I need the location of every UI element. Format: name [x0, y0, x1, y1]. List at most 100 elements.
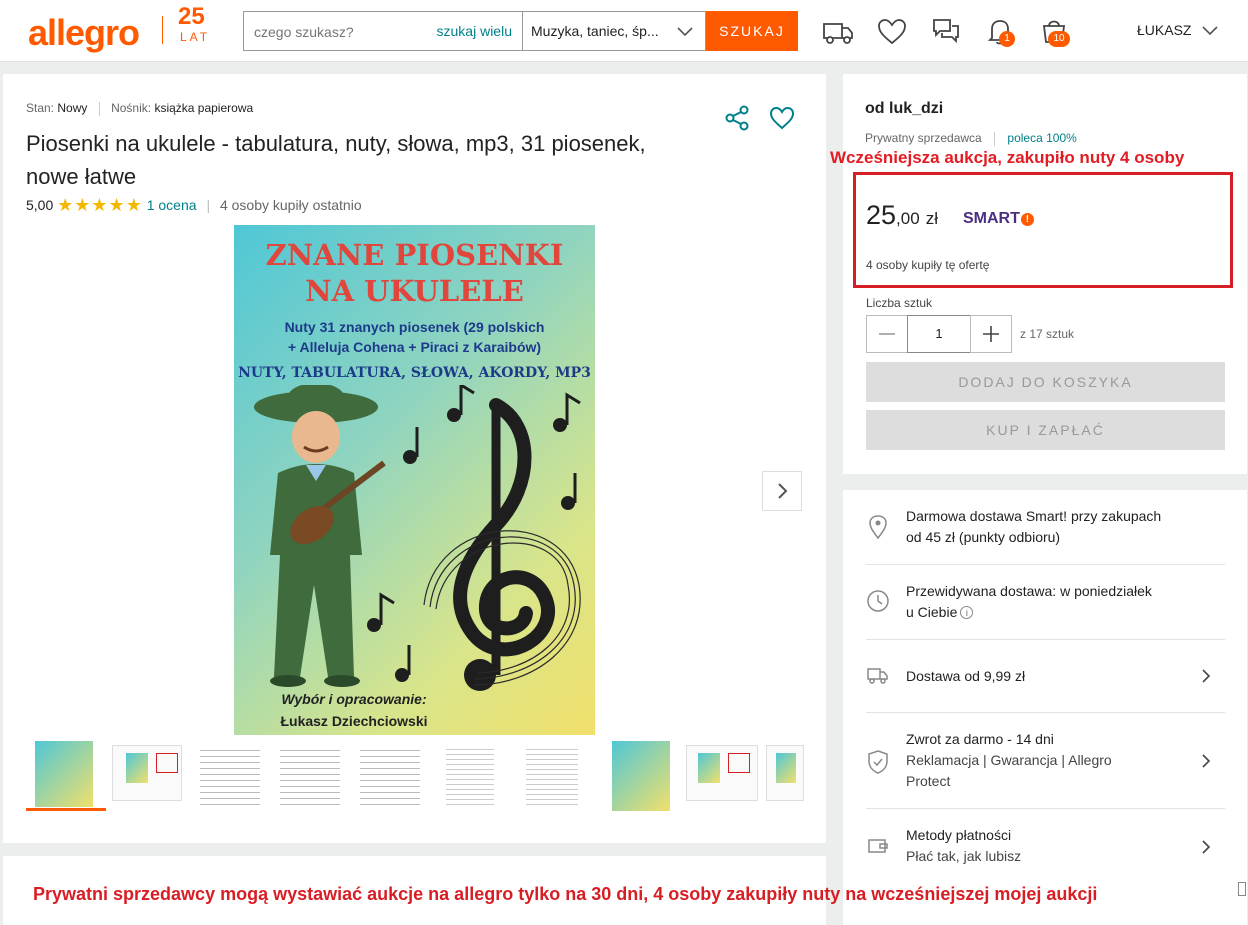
thumbnail-3[interactable]: [186, 739, 266, 811]
thumbnail-9[interactable]: [686, 739, 766, 811]
truck-icon[interactable]: [820, 14, 856, 50]
delivery-truck-icon: [867, 668, 888, 684]
smart-label: SMART: [963, 210, 1020, 227]
price-currency: zł: [925, 209, 938, 228]
allegro-logo[interactable]: allegro: [28, 12, 140, 54]
chevron-down-icon[interactable]: [1200, 20, 1220, 42]
medium-value: książka papierowa: [154, 101, 254, 115]
quantity-available: z 17 sztuk: [1020, 327, 1075, 341]
seller-name[interactable]: od luk_dzi: [865, 100, 943, 118]
clock-icon: [867, 590, 889, 612]
quantity-decrease-button[interactable]: [866, 315, 908, 353]
expected-delivery-line2: u Ciebie: [906, 604, 958, 620]
logo-25: 25: [178, 3, 205, 30]
heart-icon[interactable]: [874, 14, 910, 50]
seller-recommend[interactable]: poleca 100%: [1007, 131, 1076, 145]
notification-badge: 1: [999, 31, 1015, 47]
row-divider: [866, 808, 1225, 809]
cover-illustration: [254, 385, 581, 691]
product-panel: Stan: Nowy Nośnik: książka papierowa Pio…: [3, 74, 826, 843]
shipping-text: Dostawa od 9,99 zł: [906, 668, 1026, 684]
cover-author-label: Wybór i opracowanie:: [281, 691, 427, 707]
thumbnail-7[interactable]: [506, 739, 586, 811]
cover-title-line1: ZNANE PIOSENKI: [265, 238, 564, 272]
buy-now-button[interactable]: KUP I ZAPŁAĆ: [866, 410, 1225, 450]
cover-subtitle-line2: + Alleluja Cohena + Piraci z Karaibów): [287, 339, 542, 355]
seller-type: Prywatny sprzedawca: [865, 131, 982, 145]
location-pin-icon: [869, 515, 887, 540]
row-divider: [866, 712, 1225, 713]
smart-badge[interactable]: SMART!: [963, 210, 1034, 228]
expected-delivery-text: Przewidywana dostawa: w poniedziałek u C…: [906, 581, 1152, 623]
thumbnail-5[interactable]: [346, 739, 426, 811]
cover-title-line2: NA UKULELE: [305, 274, 524, 308]
chevron-right-icon: [1202, 754, 1211, 768]
chevron-right-icon: [778, 483, 788, 499]
annotation-top: Wcześniejsza aukcja, zakupiło nuty 4 oso…: [830, 148, 1185, 167]
category-value: Muzyka, taniec, śp...: [531, 23, 659, 39]
expected-delivery-row: Przewidywana dostawa: w poniedziałek u C…: [866, 581, 1225, 629]
product-cover-image[interactable]: ZNANE PIOSENKI NA UKULELE Nuty 31 znanyc…: [234, 225, 595, 735]
return-line1: Reklamacja | Gwarancja | Allegro: [906, 752, 1112, 768]
rating-value: 5,00: [26, 197, 54, 213]
condition-label: Stan:: [26, 101, 55, 115]
quantity-input[interactable]: 1: [907, 315, 971, 353]
payment-sub: Płać tak, jak lubisz: [906, 848, 1022, 864]
shield-icon: [868, 750, 888, 774]
wallet-icon: [868, 839, 888, 853]
thumbnail-8[interactable]: [606, 739, 686, 811]
payment-row[interactable]: Metody płatności Płać tak, jak lubisz: [866, 825, 1225, 871]
rating-count-link[interactable]: 1 ocena: [147, 197, 197, 213]
price-dec: ,00: [896, 209, 920, 228]
payment-title: Metody płatności: [906, 827, 1012, 843]
meta-divider: [98, 101, 100, 116]
share-icon[interactable]: [723, 104, 751, 132]
bought-offer: 4 osoby kupiły tę ofertę: [866, 258, 990, 272]
cover-author: Łukasz Dziechciowski: [280, 713, 428, 729]
favorite-heart-icon[interactable]: [768, 104, 796, 132]
search-multi-link[interactable]: szukaj wielu: [437, 23, 512, 39]
thumbnail-2[interactable]: [106, 739, 186, 811]
minus-icon: [879, 333, 895, 335]
add-to-cart-button[interactable]: DODAJ DO KOSZYKA: [866, 362, 1225, 402]
shipping-row[interactable]: Dostawa od 9,99 zł: [866, 656, 1225, 696]
search-input[interactable]: [252, 23, 422, 41]
seller-meta: Prywatny sprzedawca poleca 100%: [865, 131, 1077, 146]
scrollbar-handle[interactable]: [1238, 882, 1246, 896]
chevron-down-icon: [677, 27, 693, 37]
rating-stars: ★★★★★: [57, 195, 143, 215]
free-delivery-text: Darmowa dostawa Smart! przy zakupach od …: [906, 506, 1161, 548]
return-text: Zwrot za darmo - 14 dni Reklamacja | Gwa…: [906, 729, 1112, 792]
gallery-next-button[interactable]: [762, 471, 802, 511]
expected-delivery-line1: Przewidywana dostawa: w poniedziałek: [906, 583, 1152, 599]
logo-divider: [162, 16, 163, 44]
quantity-label: Liczba sztuk: [866, 296, 933, 310]
category-select[interactable]: Muzyka, taniec, śp...: [522, 11, 706, 51]
logo-lat: LAT: [180, 30, 211, 44]
medium-label: Nośnik:: [111, 101, 152, 115]
return-line2: Protect: [906, 773, 951, 789]
chevron-right-icon: [1202, 840, 1211, 854]
payment-text: Metody płatności Płać tak, jak lubisz: [906, 825, 1021, 867]
rating-divider: |: [206, 197, 211, 213]
cover-subtitle-line3: NUTY, TABULATURA, SŁOWA, AKORDY, MP3: [238, 365, 591, 381]
return-row[interactable]: Zwrot za darmo - 14 dni Reklamacja | Gwa…: [866, 729, 1225, 795]
quantity-increase-button[interactable]: [970, 315, 1012, 353]
chat-icon[interactable]: [928, 14, 964, 50]
row-divider: [866, 639, 1225, 640]
rating-line: 5,00 ★★★★★ 1 ocena | 4 osoby kupiły osta…: [26, 195, 362, 216]
search-button[interactable]: SZUKAJ: [706, 11, 798, 51]
cover-title: ZNANE PIOSENKI NA UKULELE: [234, 237, 595, 309]
price: 25,00 zł: [866, 200, 938, 231]
thumbnail-1[interactable]: [26, 739, 106, 811]
price-int: 25: [866, 200, 897, 230]
info-icon[interactable]: i: [960, 606, 974, 619]
user-menu[interactable]: ŁUKASZ: [1137, 22, 1191, 38]
thumbnail-4[interactable]: [266, 739, 346, 811]
thumbnail-10[interactable]: [766, 739, 806, 811]
product-meta: Stan: Nowy Nośnik: książka papierowa: [26, 101, 253, 116]
search-box: szukaj wielu: [243, 11, 522, 51]
thumbnail-6[interactable]: [426, 739, 506, 811]
top-header: allegro 25 LAT szukaj wielu Muzyka, tani…: [0, 0, 1248, 62]
thumbnail-strip: [26, 739, 806, 813]
